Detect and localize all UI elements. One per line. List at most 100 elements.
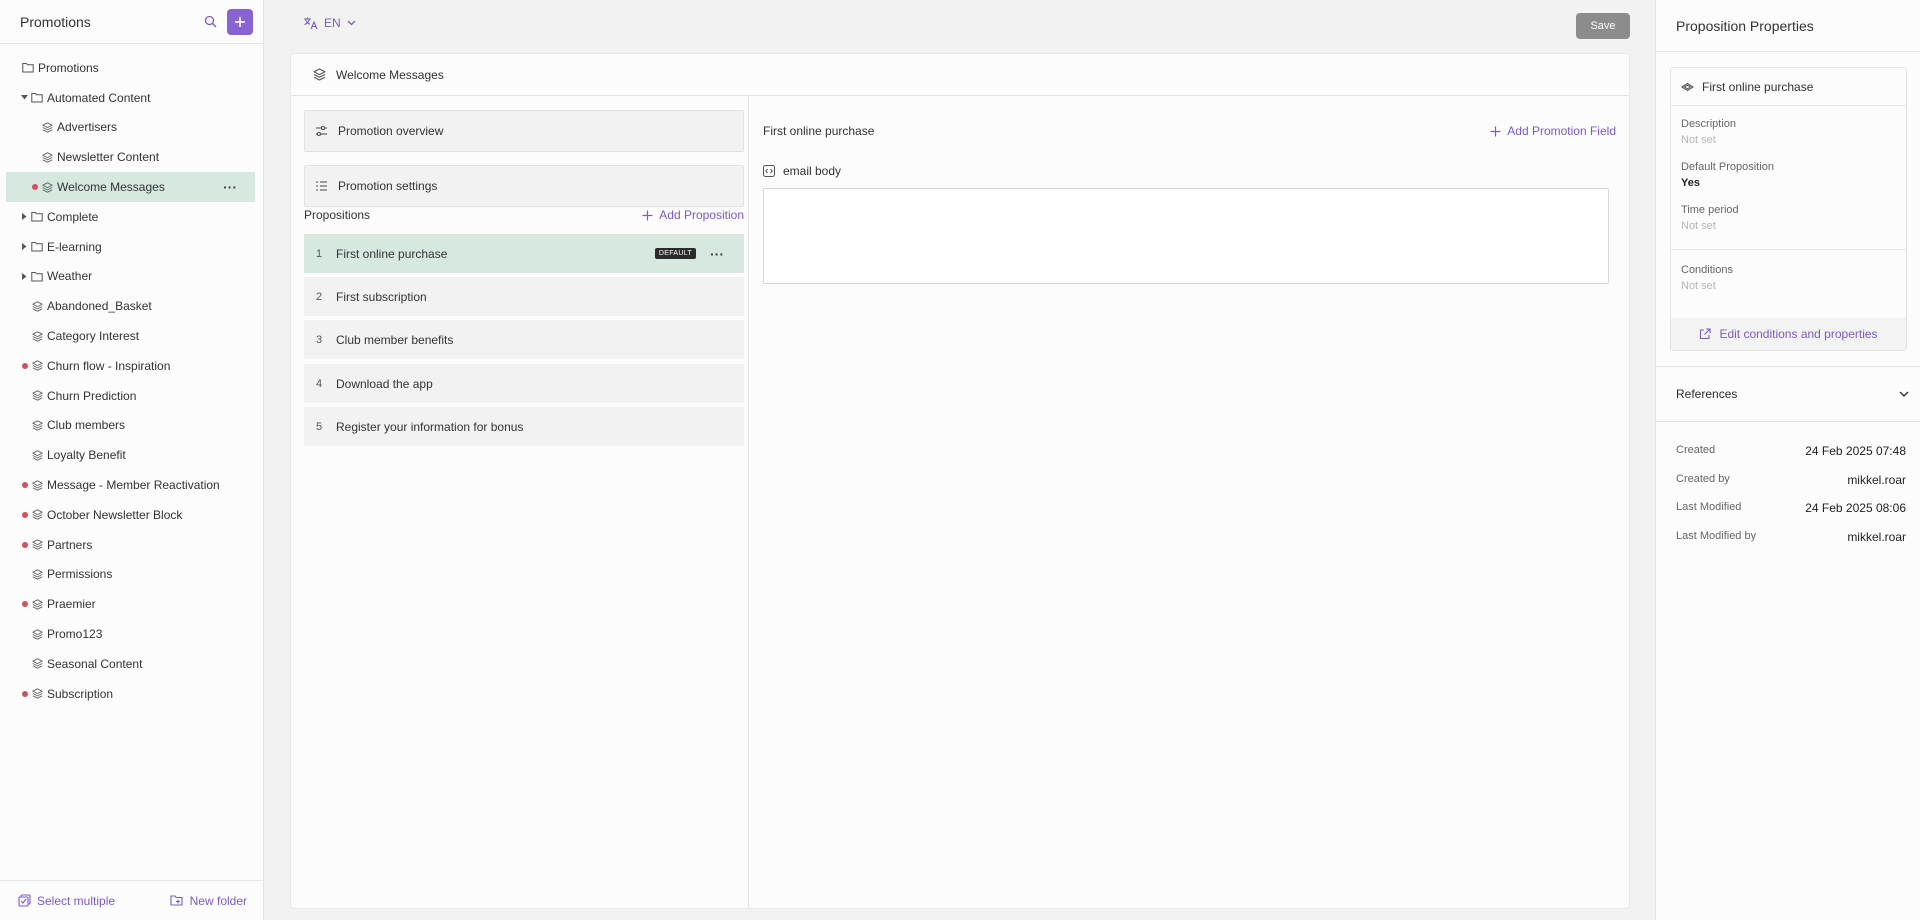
tree-item[interactable]: Weather	[6, 262, 255, 292]
tree-item-label: Churn flow - Inspiration	[47, 358, 171, 373]
folder-icon	[31, 211, 43, 223]
caret-right-icon[interactable]	[20, 272, 28, 280]
new-folder-label: New folder	[189, 893, 247, 908]
add-promotion-field-button[interactable]: Add Promotion Field	[1490, 124, 1616, 138]
email-body-field[interactable]	[763, 188, 1609, 284]
stack-icon	[41, 121, 53, 133]
field-editor-column: First online purchase Add Promotion Fiel…	[749, 96, 1629, 908]
tree-item-label: Weather	[47, 269, 93, 284]
stack-icon	[313, 68, 326, 81]
new-folder-button[interactable]: New folder	[170, 894, 247, 908]
edit-conditions-button[interactable]: Edit conditions and properties	[1671, 318, 1906, 350]
proposition-row[interactable]: 4 Download the app	[304, 364, 744, 403]
stack-icon	[31, 658, 43, 670]
tree-item-label: Subscription	[47, 686, 114, 701]
proposition-label: First subscription	[336, 289, 427, 304]
promotion-overview-label: Promotion overview	[338, 124, 444, 138]
tree-item[interactable]: October Newsletter Block	[6, 500, 255, 530]
references-toggle[interactable]: References	[1656, 366, 1920, 422]
save-button[interactable]: Save	[1576, 13, 1630, 39]
tree-item[interactable]: Churn Prediction	[6, 381, 255, 411]
stack-icon	[31, 449, 43, 461]
tree-item-label: Promo123	[47, 627, 103, 642]
tree-item[interactable]: Advertisers	[6, 113, 255, 143]
proposition-number: 4	[315, 377, 323, 390]
plus-icon	[642, 210, 653, 220]
tree-item[interactable]: Loyalty Benefit	[6, 440, 255, 470]
select-multiple-button[interactable]: Select multiple	[18, 894, 115, 908]
metadata-row: Last Modified by mikkel.roar	[1676, 530, 1906, 559]
email-body-label: email body	[763, 164, 841, 178]
tree-item[interactable]: Club members	[6, 411, 255, 441]
proposition-fields: Description Not set Default Proposition …	[1671, 106, 1906, 292]
tree-item[interactable]: Permissions	[6, 560, 255, 590]
stack-icon	[31, 688, 43, 700]
stack-icon	[31, 300, 43, 312]
metadata-row: Created 24 Feb 2025 07:48	[1676, 444, 1906, 473]
status-dot	[22, 690, 28, 697]
email-body-text: email body	[783, 164, 842, 178]
tree-item-label: Newsletter Content	[57, 150, 160, 165]
tree-item[interactable]: Abandoned_Basket	[6, 291, 255, 321]
status-dot	[22, 482, 28, 489]
stack-icon	[31, 509, 43, 521]
tree-item-label: Club members	[47, 418, 126, 433]
tree-item[interactable]: Complete	[6, 202, 255, 232]
metadata-value: mikkel.roar	[1847, 529, 1906, 544]
default-badge: DEFAULT	[654, 248, 696, 259]
tree-item[interactable]: Promotions	[6, 53, 255, 83]
tree-item[interactable]: Seasonal Content	[6, 649, 255, 679]
chevron-down-icon	[1899, 391, 1909, 397]
tree-item[interactable]: Churn flow - Inspiration	[6, 351, 255, 381]
list-icon	[316, 181, 327, 191]
tree-item-label: Category Interest	[47, 329, 140, 344]
tree-item[interactable]: Message - Member Reactivation	[6, 470, 255, 500]
tree-item-label: Partners	[47, 537, 93, 552]
translate-icon	[304, 17, 318, 30]
proposition-row[interactable]: 3 Club member benefits	[304, 320, 744, 359]
metadata-row: Last Modified 24 Feb 2025 08:06	[1676, 501, 1906, 530]
tree-item-label: Promotions	[38, 60, 99, 75]
proposition-icon	[1681, 82, 1694, 91]
tree-item-label: Loyalty Benefit	[47, 448, 126, 463]
metadata-value: 24 Feb 2025 07:48	[1805, 444, 1906, 458]
proposition-number: 1	[315, 247, 323, 260]
proposition-number: 5	[315, 420, 323, 433]
tree-item[interactable]: Automated Content	[6, 83, 255, 113]
main-area: EN Save Welcome Messages Promotion overv…	[265, 0, 1655, 920]
caret-right-icon[interactable]	[20, 243, 28, 251]
tree-item[interactable]: E-learning	[6, 232, 255, 262]
tree-item-label: October Newsletter Block	[47, 507, 183, 522]
tree-item-label: Seasonal Content	[47, 656, 143, 671]
references-label: References	[1676, 387, 1738, 401]
proposition-row[interactable]: 2 First subscription	[304, 277, 744, 316]
tree-item[interactable]: Promo123	[6, 619, 255, 649]
more-options-icon[interactable]: ···	[223, 179, 237, 195]
tree-item[interactable]: Partners	[6, 530, 255, 560]
add-promotion-field-label: Add Promotion Field	[1507, 124, 1616, 138]
tree-item[interactable]: Praemier	[6, 589, 255, 619]
search-icon[interactable]	[199, 11, 221, 33]
more-options-icon[interactable]: ···	[710, 246, 724, 262]
proposition-row[interactable]: 5 Register your information for bonus	[304, 407, 744, 446]
promotion-settings-button[interactable]: Promotion settings	[304, 165, 744, 207]
tree-item[interactable]: Newsletter Content	[6, 142, 255, 172]
caret-right-icon[interactable]	[20, 213, 28, 221]
editor-title: Welcome Messages	[336, 67, 444, 82]
caret-down-icon[interactable]	[20, 95, 28, 100]
plus-icon	[1490, 126, 1501, 136]
add-proposition-button[interactable]: Add Proposition	[642, 208, 744, 222]
tree-item[interactable]: Subscription	[6, 679, 255, 709]
proposition-row[interactable]: 1 First online purchase DEFAULT ···	[304, 234, 744, 273]
folder-icon	[31, 92, 43, 104]
add-button[interactable]	[227, 8, 253, 35]
status-dot	[22, 601, 28, 608]
tree-item[interactable]: Category Interest	[6, 321, 255, 351]
stack-icon	[31, 360, 43, 372]
language-selector[interactable]: EN	[303, 16, 356, 30]
tree-item[interactable]: Welcome Messages ···	[6, 172, 255, 202]
promotion-overview-button[interactable]: Promotion overview	[304, 110, 744, 152]
tree-item-label: Automated Content	[47, 90, 151, 105]
sidebar-header: Promotions	[0, 0, 263, 44]
select-multiple-label: Select multiple	[37, 893, 116, 908]
